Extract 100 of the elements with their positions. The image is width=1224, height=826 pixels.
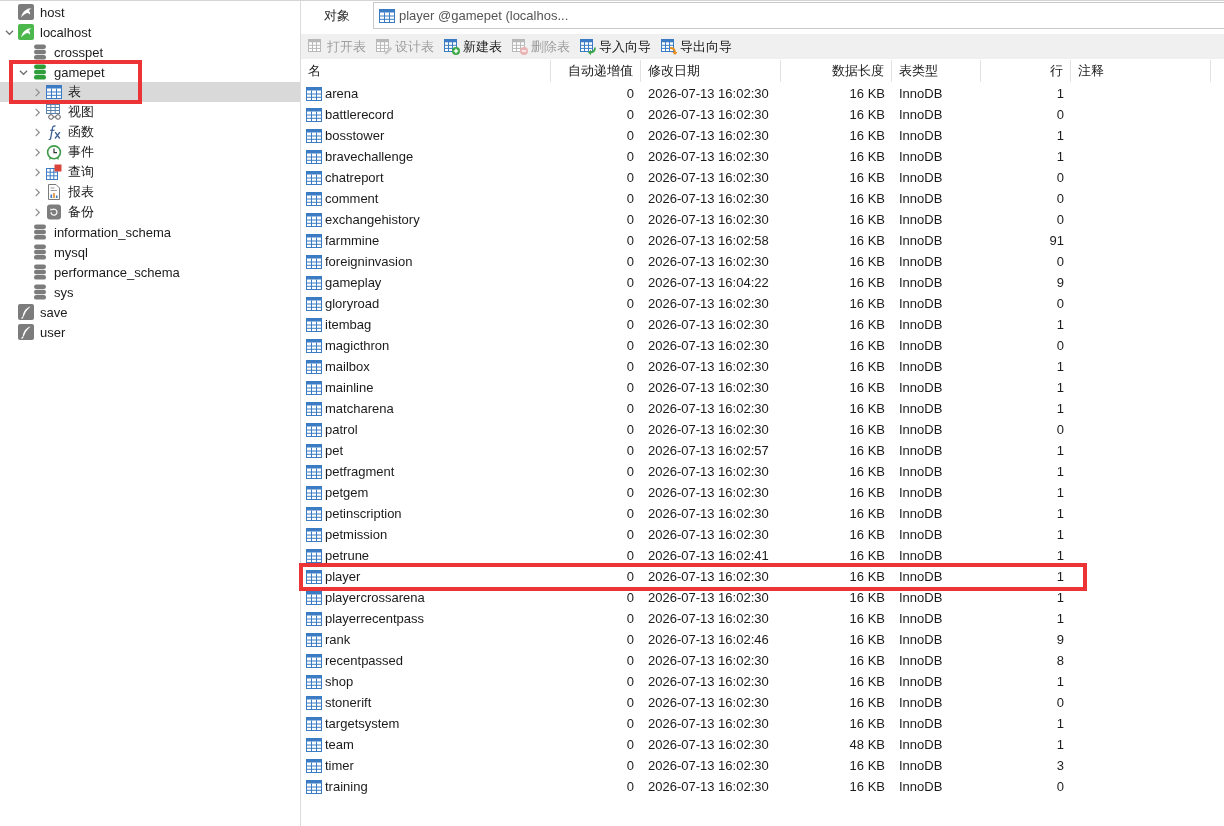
column-header[interactable]: 修改日期	[641, 60, 781, 82]
new-table-button[interactable]: 新建表	[440, 35, 506, 58]
table-cell: exchangehistory	[325, 212, 420, 227]
tree-item[interactable]: 查询	[0, 162, 300, 182]
table-cell: 0	[626, 317, 634, 332]
table-icon	[306, 232, 322, 249]
table-cell: 16 KB	[849, 443, 885, 458]
table-icon	[306, 715, 322, 732]
tree-item[interactable]: 函数	[0, 122, 300, 142]
table-cell: petgem	[325, 485, 369, 500]
table-cell: 16 KB	[849, 149, 885, 164]
column-header[interactable]: 行	[981, 60, 1071, 82]
table-icon	[306, 484, 322, 501]
chevron-right-icon[interactable]	[32, 87, 42, 97]
table-cell: 16 KB	[849, 653, 885, 668]
tree-item[interactable]: user	[0, 322, 300, 342]
chevron-right-icon[interactable]	[32, 167, 42, 177]
table-cell: InnoDB	[899, 737, 943, 752]
function-icon	[46, 124, 62, 140]
tree-item[interactable]: 视图	[0, 102, 300, 122]
table-cell: chatreport	[325, 170, 384, 185]
table-cell: mailbox	[325, 359, 370, 374]
tree-item[interactable]: 事件	[0, 142, 300, 162]
table-cell: 0	[626, 590, 634, 605]
table-cell: 16 KB	[849, 758, 885, 773]
table-cell: 2026-07-13 16:02:30	[648, 737, 769, 752]
table-cell: 0	[1056, 695, 1064, 710]
chevron-down-icon[interactable]	[18, 67, 28, 77]
chevron-right-icon[interactable]	[32, 207, 42, 217]
table-cell: 16 KB	[849, 233, 885, 248]
table-icon	[306, 211, 322, 228]
table-cell: 3	[1056, 758, 1064, 773]
chevron-right-icon[interactable]	[32, 147, 42, 157]
tree-item[interactable]: localhost	[0, 22, 300, 42]
chevron-right-icon[interactable]	[32, 127, 42, 137]
tree-item[interactable]: 报表	[0, 182, 300, 202]
table-cell: stonerift	[325, 695, 372, 710]
table-cell: 2026-07-13 16:02:30	[648, 485, 769, 500]
tab[interactable]: player @gamepet (localhos...	[373, 2, 1224, 29]
column-header[interactable]: 自动递增值	[551, 60, 641, 82]
chevron-right-icon[interactable]	[32, 107, 42, 117]
tree-item[interactable]: host	[0, 2, 300, 22]
column-header[interactable]: 注释	[1071, 60, 1211, 82]
table-cell: 0	[626, 107, 634, 122]
table-icon	[306, 400, 322, 417]
import-table-button[interactable]: 导入向导	[576, 35, 655, 58]
table-icon	[306, 127, 322, 144]
tree-item[interactable]: mysql	[0, 242, 300, 262]
table-cell: 1	[1056, 464, 1064, 479]
table-cell: 1	[1056, 485, 1064, 500]
tree-item[interactable]: save	[0, 302, 300, 322]
table-cell: 16 KB	[849, 590, 885, 605]
table-cell: 2026-07-13 16:02:41	[648, 548, 769, 563]
table-cell: 0	[626, 149, 634, 164]
export-table-button[interactable]: 导出向导	[657, 35, 736, 58]
table-cell: foreigninvasion	[325, 254, 413, 269]
table-cell: InnoDB	[899, 506, 943, 521]
table-icon	[379, 7, 395, 24]
table-plus-icon	[444, 38, 460, 55]
table-cell: 1	[1056, 674, 1064, 689]
tree-item[interactable]: sys	[0, 282, 300, 302]
table-cell: player	[325, 569, 361, 584]
table-cell: 1	[1056, 128, 1064, 143]
table-cell: 1	[1056, 611, 1064, 626]
table-cell: InnoDB	[899, 296, 943, 311]
table-cell: itembag	[325, 317, 372, 332]
chevron-right-icon[interactable]	[32, 187, 42, 197]
table-cell: 16 KB	[849, 317, 885, 332]
table-cell: 16 KB	[849, 128, 885, 143]
table-cell: 16 KB	[849, 716, 885, 731]
table-cell: magicthron	[325, 338, 390, 353]
tree-item[interactable]: 备份	[0, 202, 300, 222]
table-cell: 16 KB	[849, 485, 885, 500]
table-cell: 16 KB	[849, 695, 885, 710]
table-cell: 2026-07-13 16:02:30	[648, 170, 769, 185]
table-pencil-icon	[376, 38, 392, 55]
table-cell: 0	[626, 611, 634, 626]
table-cell: 1	[1056, 590, 1064, 605]
tree-item[interactable]: crosspet	[0, 42, 300, 62]
table-cell: patrol	[325, 422, 358, 437]
tree-item[interactable]: gamepet	[0, 62, 300, 82]
chevron-down-icon[interactable]	[4, 27, 14, 37]
table-cell: 0	[1056, 212, 1064, 227]
table-cell: 16 KB	[849, 212, 885, 227]
table-cell: 0	[1056, 191, 1064, 206]
table-cell: InnoDB	[899, 716, 943, 731]
column-header[interactable]: 表类型	[892, 60, 981, 82]
table-cell: farmmine	[325, 233, 380, 248]
table-cell: InnoDB	[899, 170, 943, 185]
table-icon	[306, 694, 322, 711]
tree-item[interactable]: 表	[0, 82, 300, 102]
column-header[interactable]: 名	[301, 60, 551, 82]
table-cell: 2026-07-13 16:02:30	[648, 317, 769, 332]
table-cell: 8	[1056, 653, 1064, 668]
table-cell: InnoDB	[899, 674, 943, 689]
column-header[interactable]: 数据长度	[781, 60, 892, 82]
table-cell: 2026-07-13 16:02:30	[648, 527, 769, 542]
table-cell: InnoDB	[899, 779, 943, 794]
tree-item[interactable]: information_schema	[0, 222, 300, 242]
tree-item[interactable]: performance_schema	[0, 262, 300, 282]
